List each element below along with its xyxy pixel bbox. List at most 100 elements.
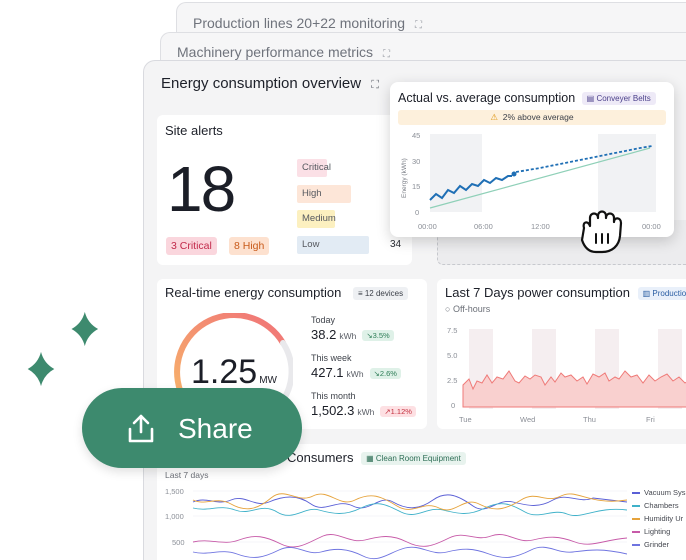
realtime-title: Real-time energy consumption xyxy=(165,285,342,300)
last7-title: Last 7 Days power consumption xyxy=(445,285,630,300)
conveyer-tag-label: Conveyer Belts xyxy=(596,94,651,104)
production-lines-title: Production lines 20+22 monitoring xyxy=(193,15,406,31)
legend-humidity[interactable]: Humidity Ur xyxy=(632,514,683,523)
last7-chart: 7.5 5.0 2.5 0 Tue Wed Thu Fri xyxy=(447,326,686,424)
energy-overview-title: Energy consumption overview xyxy=(161,75,362,92)
series-grinder-line xyxy=(192,546,627,560)
offhours-icon: ○ xyxy=(445,304,451,314)
stat-week-change: 2.6% xyxy=(379,369,397,379)
last7-ytick: 5.0 xyxy=(447,351,457,360)
stat-today-value: 38.2 xyxy=(311,327,337,342)
legend-humidity-label: Humidity Ur xyxy=(644,514,684,523)
share-button[interactable]: Share xyxy=(82,388,302,468)
severity-high[interactable]: High xyxy=(297,185,351,203)
devices-tag[interactable]: ≡ 12 devices xyxy=(352,287,409,301)
severity-low[interactable]: Low xyxy=(297,236,369,254)
stat-today-unit: kWh xyxy=(339,331,357,341)
legend-grinder[interactable]: Grinder xyxy=(632,540,669,549)
share-icon xyxy=(128,414,154,443)
warning-icon: ⚠ xyxy=(490,112,498,122)
gauge-value: 1.25 xyxy=(191,353,258,391)
series-vacuum-line xyxy=(192,494,627,510)
last7-ytick: 0 xyxy=(451,401,455,410)
popup-ytick: 0 xyxy=(415,208,419,217)
severity-critical[interactable]: Critical xyxy=(297,159,331,177)
series-lighting-line xyxy=(192,534,627,548)
consumers-ytick: 1,000 xyxy=(165,512,184,521)
bar-chart-icon: ▥ xyxy=(642,289,653,299)
expand-icon[interactable]: ⛶ xyxy=(415,20,422,31)
popup-title: Actual vs. average consumption xyxy=(398,91,576,105)
popup-xtick: 06:00 xyxy=(474,222,493,231)
clean-room-tag[interactable]: ▦ Clean Room Equipment xyxy=(361,452,466,466)
stat-week-badge: ↘2.6% xyxy=(369,368,401,380)
current-point xyxy=(511,171,517,177)
stat-month-label: This month xyxy=(311,391,356,401)
consumers-subtitle: Last 7 days xyxy=(165,470,209,480)
conveyer-icon: ▤ xyxy=(586,94,597,104)
grid-icon: ▦ xyxy=(366,454,376,464)
popup-ytick: 15 xyxy=(412,182,420,191)
stat-week-label: This week xyxy=(311,353,352,363)
last7-xtick: Wed xyxy=(520,415,535,424)
stat-month-value: 1,502.3 xyxy=(311,403,355,418)
clean-room-tag-label: Clean Room Equipment xyxy=(375,454,461,464)
stat-today-badge: ↘3.5% xyxy=(362,330,394,342)
legend-chambers[interactable]: Chambers xyxy=(632,501,679,510)
legend-vacuum[interactable]: Vacuum Sys xyxy=(632,488,686,497)
warning-banner: ⚠ 2% above average xyxy=(398,110,666,125)
sparkle-decoration-icon xyxy=(27,312,99,387)
stat-month-unit: kWh xyxy=(357,407,375,417)
stat-week-value: 427.1 xyxy=(311,365,344,380)
actual-vs-average-card[interactable]: Actual vs. average consumption ▤ Conveye… xyxy=(390,82,674,254)
site-alerts-panel: Site alerts 18 3 Critical 8 High Critica… xyxy=(157,115,412,265)
consumers-chart: 1,500 1,000 500 xyxy=(165,487,627,560)
alerts-total: 18 xyxy=(167,153,236,225)
expand-icon[interactable]: ⛶ xyxy=(383,49,390,60)
popup-xtick: 12:00 xyxy=(531,222,550,231)
share-label: Share xyxy=(178,413,253,444)
legend-lighting-label: Lighting xyxy=(644,527,671,536)
stat-month-badge: ↗1.12% xyxy=(380,406,416,418)
popup-ylabel: Energy (kWh) xyxy=(401,158,408,198)
actual-vs-average-chart: Energy (kWh) 45 30 15 0 00:00 06:00 12:0… xyxy=(401,131,661,231)
consumers-title: Consumers xyxy=(287,450,354,465)
popup-ytick: 45 xyxy=(412,131,420,140)
list-icon: ≡ xyxy=(357,289,365,299)
last7-area xyxy=(462,370,686,408)
site-alerts-title: Site alerts xyxy=(165,123,223,138)
stat-week-unit: kWh xyxy=(346,369,364,379)
legend-vacuum-label: Vacuum Sys xyxy=(644,488,686,497)
last7-xtick: Tue xyxy=(459,415,472,424)
low-count: 34 xyxy=(390,239,402,250)
legend-chambers-label: Chambers xyxy=(644,501,679,510)
machinery-title: Machinery performance metrics xyxy=(177,44,374,60)
critical-pill[interactable]: 3 Critical xyxy=(166,237,217,255)
last7-panel: Last 7 Days power consumption ▥ Producti… xyxy=(437,279,686,429)
conveyer-tag[interactable]: ▤ Conveyer Belts xyxy=(581,92,656,106)
last7-ytick: 2.5 xyxy=(447,376,457,385)
consumers-ytick: 1,500 xyxy=(165,487,184,496)
devices-count: 12 devices xyxy=(364,289,404,299)
legend-lighting[interactable]: Lighting xyxy=(632,527,670,536)
high-pill[interactable]: 8 High xyxy=(229,237,270,255)
expand-icon[interactable]: ⛶ xyxy=(371,79,379,91)
stat-today-label: Today xyxy=(311,315,336,325)
consumers-ytick: 500 xyxy=(172,538,185,547)
popup-xtick: 00:00 xyxy=(418,222,437,231)
gauge-unit: MW xyxy=(259,375,277,386)
last7-ytick: 7.5 xyxy=(447,326,457,335)
popup-xtick: 00:00 xyxy=(642,222,661,231)
offhours-label: Off-hours xyxy=(452,304,491,314)
popup-ytick: 30 xyxy=(412,157,420,166)
production-tag-label: Production xyxy=(652,289,686,299)
severity-medium[interactable]: Medium xyxy=(297,210,336,228)
legend-grinder-label: Grinder xyxy=(644,540,670,549)
last7-xtick: Thu xyxy=(583,415,596,424)
grab-cursor-icon xyxy=(580,210,623,254)
stat-today-change: 3.5% xyxy=(372,331,390,341)
last7-xtick: Fri xyxy=(646,415,655,424)
warning-text: 2% above average xyxy=(502,112,574,122)
stat-month-change: 1.12% xyxy=(390,407,412,417)
production-tag[interactable]: ▥ Production xyxy=(637,287,686,301)
